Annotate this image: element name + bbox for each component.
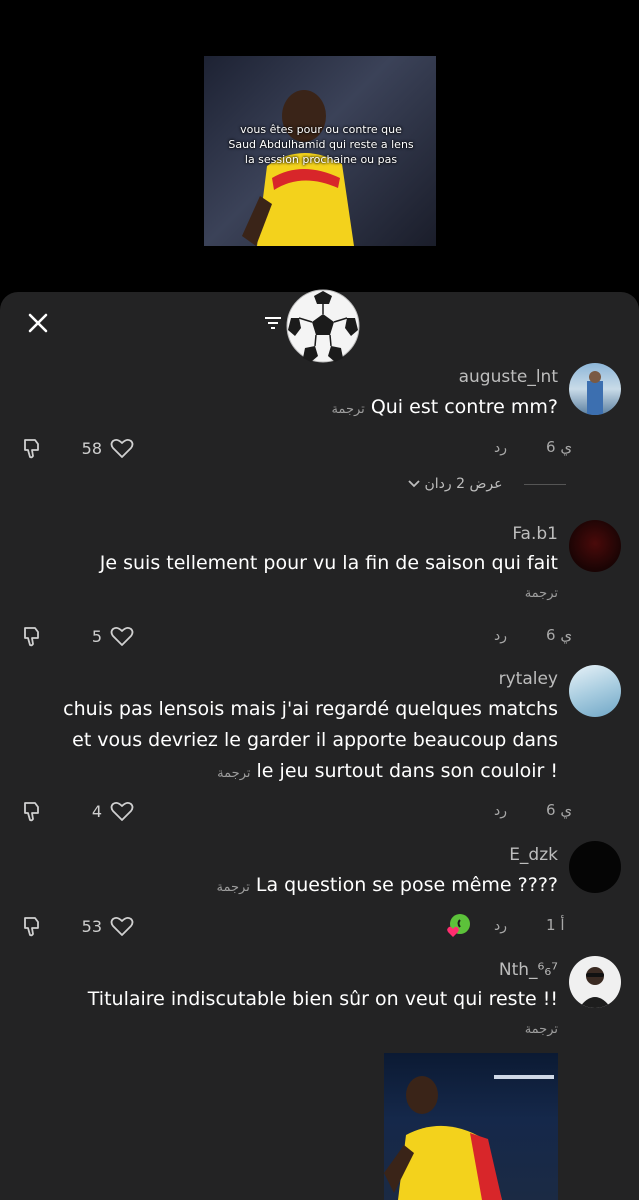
comment-username[interactable]: E_dzk xyxy=(509,845,558,865)
comment-username[interactable]: Fa.b1 xyxy=(512,524,558,544)
like-count: 53 xyxy=(81,917,102,936)
comment-time: 1 أ xyxy=(546,916,565,934)
dislike-icon[interactable] xyxy=(22,914,46,938)
close-icon[interactable] xyxy=(26,311,50,335)
reply-button[interactable]: رد xyxy=(494,918,507,934)
heart-icon[interactable] xyxy=(110,625,134,647)
comment-text: chuis pas lensois mais j'ai regardé quel… xyxy=(63,698,558,782)
soccer-ball-icon xyxy=(286,289,360,363)
comment-time: 6 ي xyxy=(546,801,573,819)
dislike-icon[interactable] xyxy=(22,624,46,648)
comment-gif-image[interactable] xyxy=(384,1053,558,1200)
view-replies-button[interactable]: عرض 2 ردان xyxy=(408,476,502,492)
translate-link[interactable]: ترجمة xyxy=(525,1022,558,1037)
filter-icon[interactable] xyxy=(265,316,281,330)
video-caption: vous êtes pour ou contre que Saud Abdulh… xyxy=(228,123,414,166)
reply-button[interactable]: رد xyxy=(494,628,507,644)
creator-liked-icon xyxy=(447,914,470,937)
heart-icon[interactable] xyxy=(110,800,134,822)
avatar[interactable] xyxy=(569,363,621,415)
comment-text: Titulaire indiscutable bien sûr on veut … xyxy=(87,988,558,1010)
dislike-icon[interactable] xyxy=(22,799,46,823)
comment-text: Je suis tellement pour vu la fin de sais… xyxy=(99,552,558,574)
dislike-icon[interactable] xyxy=(22,436,46,460)
like-count: 58 xyxy=(81,439,102,458)
avatar[interactable] xyxy=(569,841,621,893)
comment-username[interactable]: auguste_lnt xyxy=(459,367,558,387)
avatar[interactable] xyxy=(569,956,621,1008)
comment-time: 6 ي xyxy=(546,626,573,644)
like-count: 5 xyxy=(91,627,102,646)
comment-text: ترجمة La question se pose même ???? xyxy=(216,874,558,896)
view-replies-divider xyxy=(524,484,566,485)
translate-link[interactable]: ترجمة xyxy=(525,586,558,601)
comment-time: 6 ي xyxy=(546,438,573,456)
comment-username[interactable]: rytaley xyxy=(499,669,558,689)
reply-button[interactable]: رد xyxy=(494,803,507,819)
avatar[interactable] xyxy=(569,665,621,717)
reply-button[interactable]: رد xyxy=(494,440,507,456)
translate-link[interactable]: ترجمة xyxy=(331,402,364,417)
avatar[interactable] xyxy=(569,520,621,572)
heart-icon[interactable] xyxy=(110,437,134,459)
translate-link[interactable]: ترجمة xyxy=(217,880,250,895)
heart-icon[interactable] xyxy=(110,915,134,937)
chevron-down-icon xyxy=(408,480,420,488)
translate-link[interactable]: ترجمة xyxy=(217,766,250,781)
video-preview[interactable]: vous êtes pour ou contre que Saud Abdulh… xyxy=(204,56,436,246)
comment-username[interactable]: Nth_⁶₆⁷ xyxy=(499,960,558,980)
comment-text: ترجمة Qui est contre mm? xyxy=(331,396,558,418)
like-count: 4 xyxy=(91,802,102,821)
